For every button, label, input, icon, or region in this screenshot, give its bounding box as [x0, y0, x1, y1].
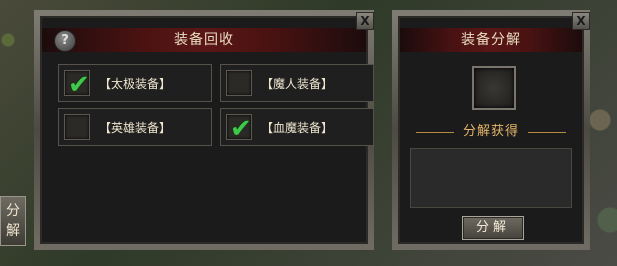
decompose-button[interactable]: 分解 [462, 216, 524, 240]
equipment-input-slot[interactable] [472, 66, 516, 110]
option-xuemo-equipment[interactable]: ✔ 【血魔装备】 [220, 108, 374, 146]
recycle-close-button[interactable]: X [356, 12, 374, 30]
help-icon[interactable]: ? [54, 30, 76, 52]
option-moren-equipment[interactable]: 【魔人装备】 [220, 64, 374, 102]
option-label: 【血魔装备】 [261, 121, 334, 135]
result-label: 分解获得 [416, 122, 566, 142]
equipment-recycle-panel: 装备回收 ? X ✔ 【太极装备】 【魔人装备】 【英雄装备】 ✔ 【血魔装备】 [34, 10, 374, 250]
side-tab-label-1: 分 [6, 203, 20, 219]
decompose-close-button[interactable]: X [572, 12, 590, 30]
option-label: 【英雄装备】 [99, 121, 172, 135]
checkbox[interactable] [226, 70, 252, 96]
check-icon: ✔ [230, 114, 252, 144]
check-icon: ✔ [68, 70, 90, 100]
side-tab-label-2: 解 [6, 223, 20, 239]
option-label: 【太极装备】 [99, 77, 172, 91]
side-decompose-tab[interactable]: 分 解 [0, 196, 26, 246]
option-label: 【魔人装备】 [261, 77, 334, 91]
equipment-decompose-panel: 装备分解 X 分解获得 分解 [392, 10, 590, 250]
checkbox[interactable]: ✔ [226, 114, 252, 144]
checkbox[interactable]: ✔ [64, 70, 90, 100]
decompose-panel-title: 装备分解 [400, 28, 582, 52]
recycle-panel-title: 装备回收 [42, 28, 366, 52]
option-taiji-equipment[interactable]: ✔ 【太极装备】 [58, 64, 212, 102]
checkbox[interactable] [64, 114, 90, 140]
result-area [410, 148, 572, 208]
option-yingxiong-equipment[interactable]: 【英雄装备】 [58, 108, 212, 146]
